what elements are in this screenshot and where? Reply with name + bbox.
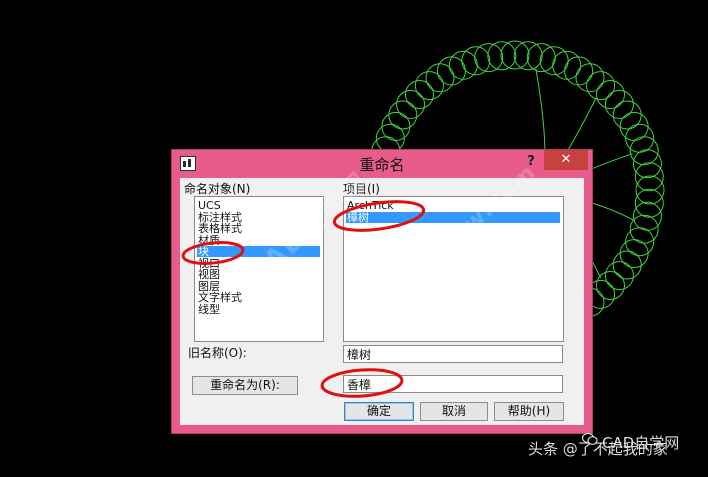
named-objects-list-item[interactable]: 文字样式 <box>197 292 320 303</box>
cad-ring-circle <box>619 111 649 141</box>
cad-ring-circle <box>596 271 625 300</box>
named-objects-list-item[interactable]: 线型 <box>197 304 320 315</box>
cad-ring-circle <box>612 250 642 280</box>
cad-ring-circle <box>575 63 605 93</box>
cad-ring-circle <box>487 41 517 71</box>
cad-ring-circle <box>564 56 594 86</box>
footer-brand: CAD自学网 <box>602 434 680 452</box>
cad-ring-circle <box>388 100 418 130</box>
old-name-field: 樟树 <box>343 345 563 363</box>
cad-ring-circle <box>586 71 616 101</box>
cad-ring-circle <box>500 40 530 70</box>
screen: 重命名 ? ✕ 命名对象(N) UCS 标注样式 表格样式 材质块视口 视图 图层 文字样式… <box>0 0 708 477</box>
cad-ring-circle <box>414 71 444 101</box>
cad-ring-circle <box>381 111 411 141</box>
cad-ring-circle <box>634 188 664 218</box>
rename-to-button[interactable]: 重命名为(R): <box>192 376 298 395</box>
cad-ring-circle <box>405 80 434 109</box>
items-list-item[interactable]: ArchTick <box>346 200 560 211</box>
named-objects-label: 命名对象(N) <box>184 182 251 196</box>
cancel-button[interactable]: 取消 <box>420 402 488 421</box>
help-button[interactable]: 帮助(H) <box>494 402 564 421</box>
ok-button[interactable]: 确定 <box>344 402 414 421</box>
cad-ring-circle <box>635 175 665 205</box>
cad-ring-circle <box>634 162 664 192</box>
cad-ring-circle <box>619 239 649 269</box>
cad-ring-circle <box>604 261 634 291</box>
wechat-icon <box>582 432 598 445</box>
close-button[interactable]: ✕ <box>544 150 588 170</box>
items-list-item[interactable]: 樟树 <box>346 212 560 223</box>
old-name-label: 旧名称(O): <box>188 346 247 360</box>
cad-ring-circle <box>604 89 634 119</box>
cad-ring-circle <box>596 80 625 109</box>
cad-ring-circle <box>436 56 466 86</box>
cad-ring-circle <box>513 41 543 71</box>
cad-ring-circle <box>396 89 426 119</box>
rename-to-field[interactable]: 香樟 <box>343 375 563 393</box>
